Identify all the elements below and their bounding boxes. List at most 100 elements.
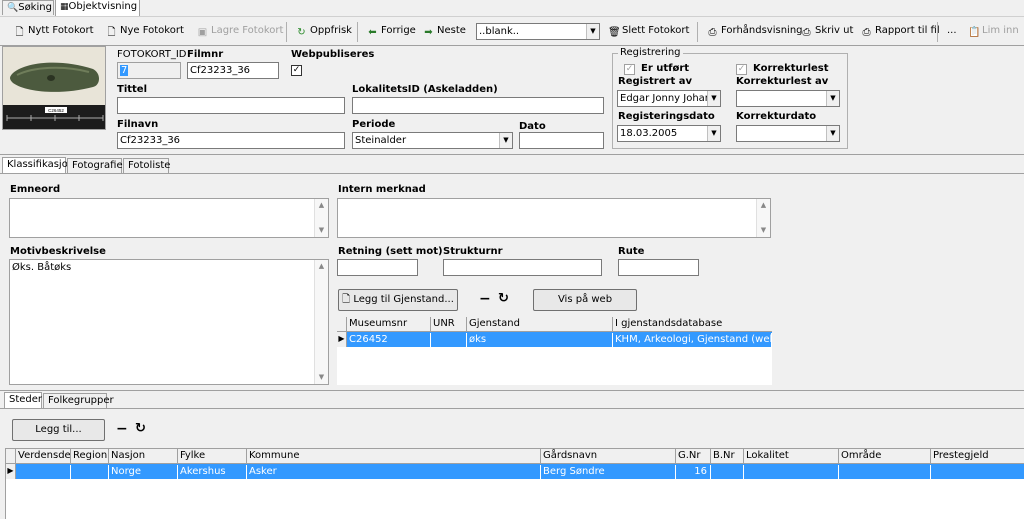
vis-pa-web-button[interactable]: Vis på web — [533, 289, 637, 311]
new-photocard-button[interactable]: 🗋 Nytt Fotokort — [14, 23, 93, 41]
tab-klassifikasjon[interactable]: Klassifikasjon — [2, 157, 74, 174]
korrekturdato-picker[interactable]: ▼ — [736, 125, 840, 142]
row-selector-icon[interactable]: ▶ — [337, 332, 347, 347]
scroll-down-icon: ▼ — [760, 226, 767, 234]
strukturnr-field[interactable] — [443, 259, 602, 276]
retning-label: Retning (sett mot) — [338, 246, 443, 257]
column-header-gardsnavn[interactable]: Gårdsnavn — [541, 449, 676, 464]
column-header-museumsnr[interactable]: Museumsnr — [347, 317, 431, 332]
scrollbar[interactable]: ▲ ▼ — [314, 260, 328, 384]
tab-objektvisning[interactable]: ▦Objektvisning — [55, 0, 140, 16]
refresh-gjenstand-button[interactable]: ↻ — [498, 291, 509, 306]
save-photocard-button[interactable]: ▣ Lagre Fotokort — [197, 23, 284, 41]
new-photocards-button[interactable]: 🗋 Nye Fotokort — [106, 23, 183, 41]
blank-combo[interactable]: ..blank.. ▼ — [476, 23, 600, 40]
column-header-kommune[interactable]: Kommune — [247, 449, 541, 464]
table-row[interactable]: C26452 øks KHM, Arkeologi, Gjenstand (we… — [347, 332, 772, 347]
cell-bnr — [711, 465, 744, 479]
rute-label: Rute — [618, 246, 645, 257]
paste-button[interactable]: 📋 Lim inn — [968, 23, 1019, 41]
toolbar-separator — [697, 22, 698, 42]
tab-soking[interactable]: 🔍Søking — [2, 0, 54, 15]
filmnr-field[interactable]: Cf23233_36 — [187, 62, 279, 79]
dato-label: Dato — [519, 121, 546, 132]
column-header-label: Region — [73, 450, 108, 461]
legg-til-gjenstand-button[interactable]: 🗋 Legg til Gjenstand... — [338, 289, 458, 311]
column-header-region[interactable]: Region — [71, 449, 109, 464]
tittel-field[interactable] — [117, 97, 345, 114]
registrert-av-select[interactable]: Edgar Jonny Johansen ▼ — [617, 90, 721, 107]
column-header-bnr[interactable]: B.Nr — [711, 449, 744, 464]
periode-select[interactable]: Steinalder ▼ — [352, 132, 513, 149]
more-button[interactable]: ... — [947, 23, 957, 41]
preview-button[interactable]: ⎙ Forhåndsvisning — [707, 23, 803, 41]
emneord-textarea[interactable]: ▲ ▼ — [9, 198, 329, 238]
printer-icon: ⎙ — [802, 27, 811, 38]
print-label: Skriv ut — [815, 25, 854, 36]
report-to-file-button[interactable]: ⎙ Rapport til fil — [861, 23, 940, 41]
column-header-label: Verdensdel — [18, 450, 71, 461]
new-document-icon: 🗋 — [107, 27, 116, 38]
refresh-sted-button[interactable]: ↻ — [135, 421, 146, 436]
minus-icon: − — [116, 421, 128, 437]
divider — [0, 154, 1024, 155]
row-selector-icon[interactable]: ▶ — [6, 464, 16, 479]
korrekturlest-av-select[interactable]: ▼ — [736, 90, 840, 107]
grid-icon: ▦ — [60, 2, 69, 12]
tab-folkegrupper[interactable]: Folkegrupper — [43, 393, 114, 408]
dato-field[interactable] — [519, 132, 604, 149]
column-header-fylke[interactable]: Fylke — [178, 449, 247, 464]
next-button[interactable]: ➡ Neste — [423, 23, 466, 41]
legg-til-sted-button[interactable]: Legg til... — [12, 419, 105, 441]
retning-field[interactable] — [337, 259, 418, 276]
refresh-button[interactable]: ↻ Oppfrisk — [296, 23, 352, 41]
korrekturlest-checkbox[interactable]: ✓ — [736, 64, 747, 75]
axe-photo: C26452 — [3, 47, 105, 129]
table-row[interactable]: Norge Akershus Asker Berg Søndre 16 — [16, 464, 1024, 479]
scrollbar[interactable]: ▲ ▼ — [314, 199, 328, 237]
photo-thumbnail[interactable]: C26452 — [2, 46, 106, 130]
column-header-database[interactable]: I gjenstandsdatabase — [613, 317, 772, 332]
fotokort-id-field[interactable]: 7 — [117, 62, 181, 79]
column-header-nasjon[interactable]: Nasjon — [109, 449, 178, 464]
korrekturlest-label: Korrekturlest — [753, 63, 829, 74]
grid-corner — [337, 317, 347, 332]
print-button[interactable]: ⎙ Skriv ut — [801, 23, 854, 41]
tab-fotografier[interactable]: Fotografier — [67, 158, 127, 173]
scrollbar[interactable]: ▲ ▼ — [756, 199, 770, 237]
previous-button[interactable]: ⬅ Forrige — [367, 23, 416, 41]
refresh-icon: ↻ — [135, 421, 146, 436]
clipboard-icon: 📋 — [968, 27, 981, 38]
motivbeskrivelse-textarea[interactable]: Øks. Båtøks ▲ ▼ — [9, 259, 329, 385]
column-header-label: Kommune — [249, 450, 300, 461]
cell-gnr: 16 — [676, 465, 711, 479]
remove-gjenstand-button[interactable]: − — [479, 291, 491, 307]
column-header-verdensdel[interactable]: Verdensdel — [16, 449, 71, 464]
delete-photocard-button[interactable]: 🗑Slett Fotokort — [608, 23, 689, 41]
cell-unr — [431, 333, 467, 347]
column-header-label: Fylke — [180, 450, 206, 461]
intern-merknad-textarea[interactable]: ▲ ▼ — [337, 198, 771, 238]
report-to-file-label: Rapport til fil — [875, 25, 940, 36]
remove-sted-button[interactable]: − — [116, 421, 128, 437]
printer-icon: ⎙ — [862, 27, 871, 38]
scroll-up-icon: ▲ — [760, 201, 767, 209]
column-header-unr[interactable]: UNR — [431, 317, 467, 332]
column-header-prestegjeld[interactable]: Prestegjeld — [931, 449, 1024, 464]
fotokort-id-value: 7 — [120, 65, 129, 76]
filnavn-field[interactable]: Cf23233_36 — [117, 132, 345, 149]
column-header-gjenstand[interactable]: Gjenstand — [467, 317, 613, 332]
column-header-lokalitet[interactable]: Lokalitet — [744, 449, 839, 464]
tab-fotoliste[interactable]: Fotoliste — [123, 158, 170, 173]
rute-field[interactable] — [618, 259, 699, 276]
column-header-gnr[interactable]: G.Nr — [676, 449, 711, 464]
scroll-down-icon: ▼ — [318, 226, 325, 234]
registrert-av-value: Edgar Jonny Johansen — [620, 93, 721, 104]
registeringsdato-picker[interactable]: 18.03.2005 ▼ — [617, 125, 721, 142]
tab-steder[interactable]: Steder — [4, 392, 42, 409]
column-header-label: Museumsnr — [349, 318, 408, 329]
column-header-omrade[interactable]: Område — [839, 449, 931, 464]
webpubliseres-checkbox[interactable]: ✓ — [291, 65, 302, 76]
lokalitetsid-field[interactable] — [352, 97, 604, 114]
er-utfort-checkbox[interactable]: ✓ — [624, 64, 635, 75]
